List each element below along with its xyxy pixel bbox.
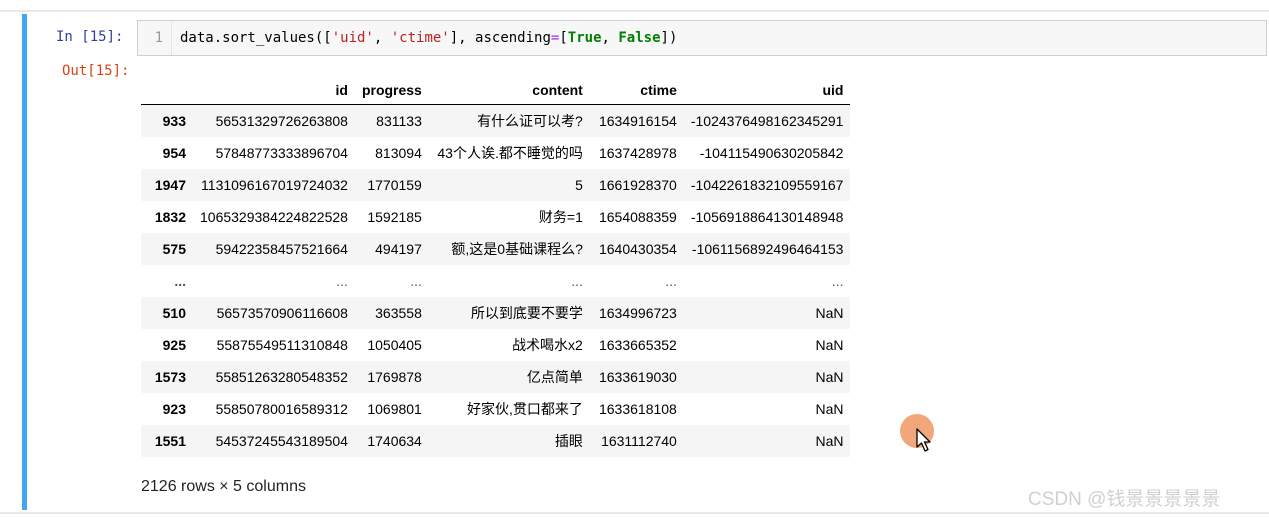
cursor-arrow-icon: [916, 428, 931, 452]
cell-progress: 494197: [375, 241, 422, 257]
cell-content: 5: [575, 177, 583, 193]
cell-progress: 1050405: [367, 337, 422, 353]
cell-ctime: 1637428978: [598, 145, 677, 161]
cell-uid: NaN: [815, 433, 844, 449]
cell-uid: NaN: [815, 337, 844, 353]
row-index: 575: [162, 241, 186, 257]
table-header-row: id progress content ctime uid: [141, 76, 851, 105]
cell-ctime: ...: [665, 273, 677, 289]
row-index: 923: [162, 401, 186, 417]
cell-content: 所以到底要不要学: [470, 305, 583, 321]
column-header-ctime: ctime: [589, 76, 684, 105]
cell-ctime: 1661928370: [598, 177, 677, 193]
top-divider: [0, 10, 1269, 12]
ellipsis-row: ... ... ... ... ... ...: [141, 265, 850, 297]
table-row: 1573 55851263280548352 1769878 亿点简单 1633…: [141, 361, 851, 393]
column-header-progress: progress: [354, 76, 429, 105]
row-index: 1551: [154, 433, 186, 449]
dataframe-table: id progress content ctime uid 933 565313…: [141, 76, 851, 457]
cell-progress: 1069801: [367, 401, 422, 417]
table-row: 1947 1131096167019724032 1770159 5 16619…: [141, 169, 851, 201]
cell-ctime: 1633618108: [598, 401, 677, 417]
cell-content: 额,这是0基础课程么?: [451, 241, 583, 257]
cell-uid: -1061156892496464153: [691, 241, 844, 257]
row-index: 1573: [154, 369, 186, 385]
table-row: 1551 54537245543189504 1740634 插眼 163111…: [141, 425, 851, 457]
cell-content: ...: [571, 273, 583, 289]
table-row: 925 55875549511310848 1050405 战术喝水x2 163…: [141, 329, 850, 361]
cell-progress: 1592185: [367, 209, 422, 225]
cell-id: 56531329726263808: [215, 113, 348, 129]
cell-id: 59422358457521664: [215, 241, 348, 257]
cell-uid: NaN: [815, 401, 844, 417]
cell-uid: -1042261832109559167: [690, 177, 844, 193]
cell-content: 财务=1: [538, 209, 583, 225]
table-row: 1832 1065329384224822528 1592185 财务=1 16…: [141, 201, 850, 233]
table-row: 923 55850780016589312 1069801 好家伙,贯口都来了 …: [141, 393, 850, 425]
cell-progress: 1740634: [367, 433, 422, 449]
cell-uid: -104115490630205842: [699, 145, 844, 161]
cell-id: 1131096167019724032: [201, 177, 348, 193]
dataframe-shape: 2126 rows × 5 columns: [141, 478, 306, 495]
cell-id: 56573570906116608: [216, 305, 348, 321]
cell-ctime: 1634916154: [598, 113, 677, 129]
table-row: 575 59422358457521664 494197 额,这是0基础课程么?…: [141, 233, 851, 265]
code-editor[interactable]: 1 data.sort_values(['uid', 'ctime'], asc…: [137, 20, 1267, 56]
row-index: 1947: [154, 177, 186, 193]
cell-id: 55875549511310848: [216, 337, 348, 353]
cell-content: 好家伙,贯口都来了: [466, 401, 583, 417]
code-line[interactable]: data.sort_values(['uid', 'ctime'], ascen…: [180, 21, 677, 55]
cell-content: 43个人诶.都不睡觉的吗: [437, 145, 583, 161]
row-index: 925: [162, 337, 186, 353]
row-index: 954: [162, 145, 186, 161]
cell-ctime: 1654088359: [598, 209, 677, 225]
cell-ctime: 1633619030: [598, 369, 677, 385]
cell-content: 插眼: [554, 433, 583, 449]
column-header-uid: uid: [683, 76, 851, 105]
cell-id: 55850780016589312: [215, 401, 348, 417]
output-prompt: Out[15]:: [62, 63, 130, 79]
line-number: 1: [138, 21, 172, 55]
cell-progress: 363558: [375, 305, 422, 321]
cell-progress: ...: [410, 273, 422, 289]
row-index: 1832: [154, 209, 186, 225]
cell-ctime: 1634996723: [598, 305, 677, 321]
cell-id: ...: [336, 273, 348, 289]
cell-uid: NaN: [815, 369, 844, 385]
index-header: [141, 76, 193, 105]
cell-progress: 813094: [375, 145, 422, 161]
cell-uid: ...: [831, 273, 844, 289]
cell-content: 亿点简单: [526, 369, 583, 385]
cell-id: 55851263280548352: [215, 369, 348, 385]
cell-content: 有什么证可以考?: [477, 113, 583, 129]
cell-id: 57848773333896704: [215, 145, 348, 161]
cell-id: 1065329384224822528: [200, 209, 348, 225]
table-row: 933 56531329726263808 831133 有什么证可以考? 16…: [141, 104, 851, 137]
table-row: 510 56573570906116608 363558 所以到底要不要学 16…: [141, 297, 851, 329]
cell-progress: 1770159: [367, 177, 422, 193]
column-header-id: id: [193, 76, 355, 105]
cell-ctime: 1640430354: [598, 241, 677, 257]
cell-uid: -1024376498162345291: [690, 113, 844, 129]
row-index: ...: [174, 273, 186, 289]
cell-uid: -1056918864130148948: [690, 209, 844, 225]
table-row: 954 57848773333896704 813094 43个人诶.都不睡觉的…: [141, 137, 850, 169]
cell-ctime: 1631112740: [601, 433, 677, 449]
cell-content: 战术喝水x2: [512, 337, 583, 353]
row-index: 510: [162, 305, 186, 321]
cell-ctime: 1633665352: [598, 337, 677, 353]
column-header-content: content: [428, 76, 590, 105]
cell-id: 54537245543189504: [215, 433, 348, 449]
input-prompt: In [15]:: [56, 29, 124, 45]
bottom-divider: [0, 512, 1269, 514]
watermark: CSDN @钱景景景景景: [1028, 489, 1221, 510]
row-index: 933: [162, 113, 186, 129]
cell-progress: 1769878: [367, 369, 422, 385]
cell-uid: NaN: [815, 305, 844, 321]
cell-progress: 831133: [376, 113, 422, 129]
